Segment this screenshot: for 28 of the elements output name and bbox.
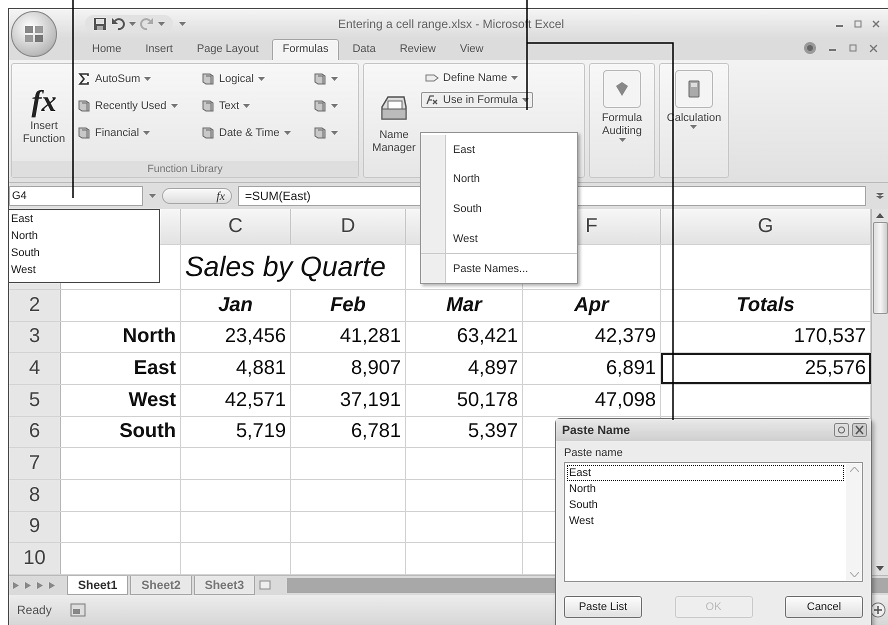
table-cell: South — [61, 416, 181, 448]
table-cell: West — [61, 384, 181, 416]
dialog-title: Paste Name — [562, 423, 630, 437]
group-label: Function Library — [12, 161, 358, 177]
table-cell: 4,881 — [181, 353, 291, 384]
table-cell: 63,421 — [406, 322, 523, 352]
table-cell: Feb — [291, 290, 406, 321]
table-cell: 42,571 — [181, 384, 291, 416]
table-cell: North — [61, 322, 181, 352]
table-cell: Apr — [523, 290, 661, 321]
table-cell: 5,397 — [406, 416, 523, 448]
table-cell: 8,907 — [291, 353, 406, 384]
table-cell: 4,897 — [406, 353, 523, 384]
table-cell: Mar — [406, 290, 523, 321]
table-cell: Sales by Quarte — [181, 245, 406, 289]
table-cell: 42,379 — [523, 322, 661, 352]
list-label: Paste name — [564, 447, 624, 459]
table-cell: 47,098 — [523, 384, 661, 416]
table-cell: Jan — [181, 290, 291, 321]
table-cell: 5,719 — [181, 416, 291, 448]
table-cell: 6,891 — [523, 353, 661, 384]
status-text: Ready — [17, 602, 52, 617]
table-cell: 23,456 — [181, 322, 291, 352]
table-cell: 50,178 — [406, 384, 523, 416]
table-cell: 37,191 — [291, 384, 406, 416]
table-cell: 41,281 — [291, 322, 406, 352]
table-cell: East — [61, 353, 181, 384]
table-cell: 6,781 — [291, 416, 406, 448]
